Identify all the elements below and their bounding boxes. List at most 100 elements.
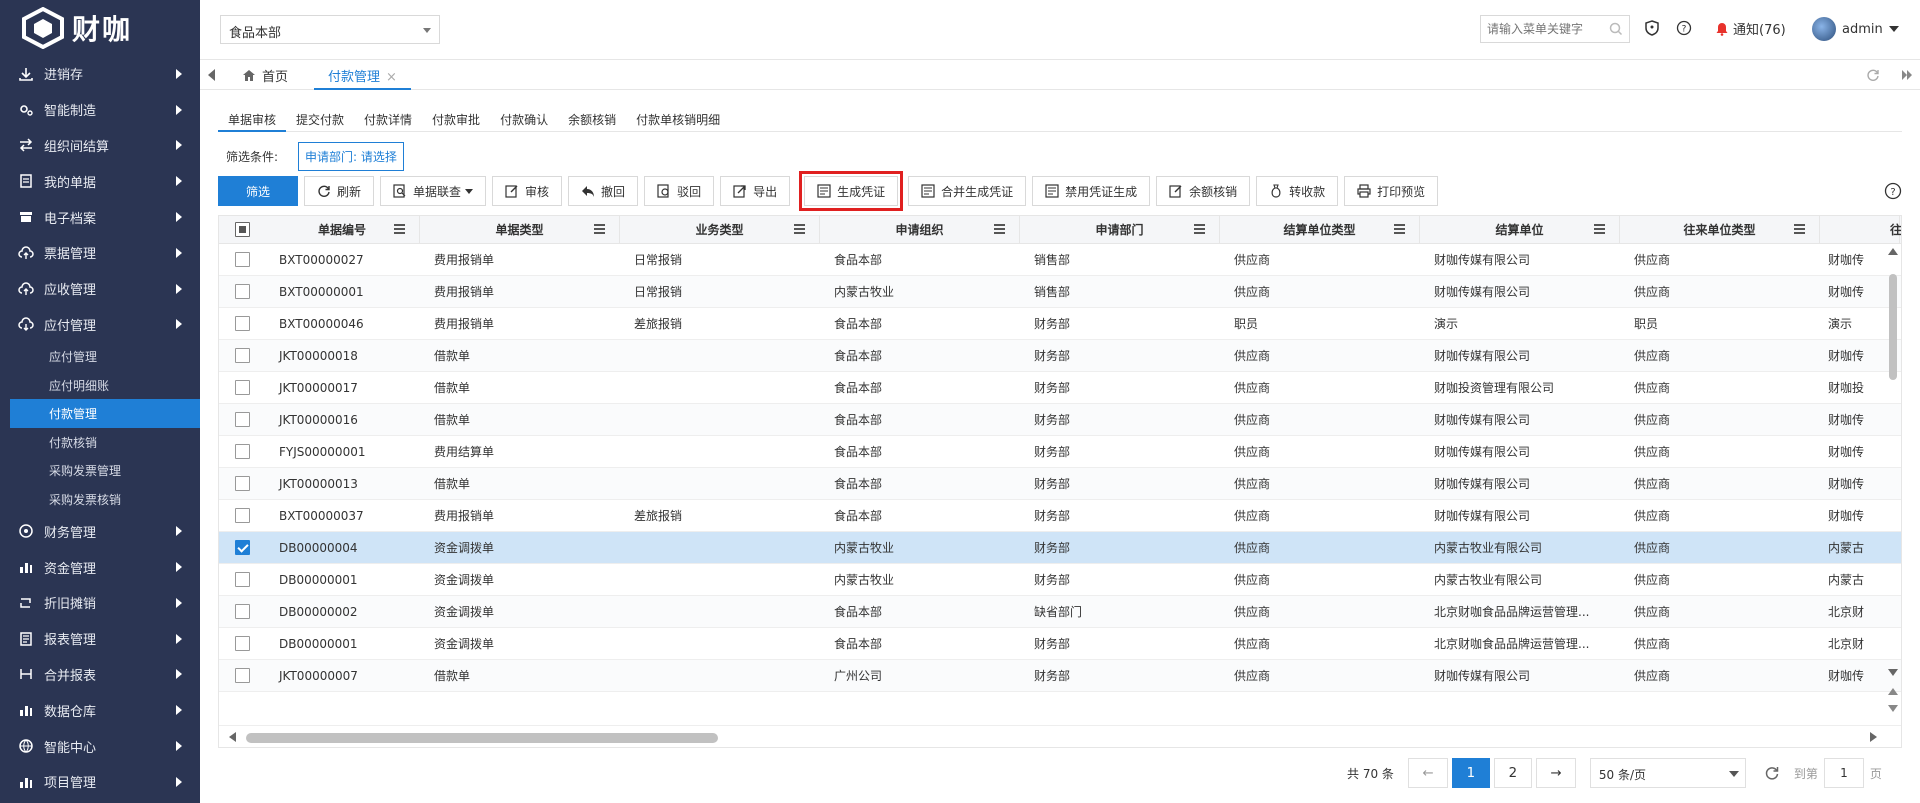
sidebar-subitem-purchase-invoice-writeoff[interactable]: 采购发票核销 (0, 485, 200, 514)
scroll-up-icon[interactable] (1885, 244, 1901, 258)
table-row[interactable]: FYJS00000001 费用结算单 食品本部 财务部 供应商 财咖传媒有限公司 供应商 财咖… (219, 436, 1901, 468)
sidebar-item-my-documents[interactable]: 我的单据 (0, 163, 200, 199)
column-menu-icon[interactable] (1394, 224, 1405, 234)
column-menu-icon[interactable] (1594, 224, 1605, 234)
subtab-payment-confirm[interactable]: 付款确认 (490, 104, 558, 132)
sidebar-item-e-archive[interactable]: 电子档案 (0, 199, 200, 235)
table-row[interactable]: JKT00000017 借款单 食品本部 财务部 供应商 财咖投资管理有限公司 供应商 财咖投 (219, 372, 1901, 404)
col-settle-unit-type[interactable]: 结算单位类型 (1220, 216, 1420, 243)
page-size-select[interactable]: 50 条/页 (1589, 758, 1746, 788)
search-icon[interactable] (1609, 22, 1623, 36)
tab-payment-management[interactable]: 付款管理 × (314, 60, 411, 90)
row-checkbox[interactable] (234, 348, 250, 363)
col-partner[interactable]: 往 (1820, 216, 1901, 243)
table-row[interactable]: JKT00000007 借款单 广州公司 财务部 供应商 财咖传媒有限公司 供应商 财咖传 (219, 660, 1901, 692)
tab-scroll-left-icon[interactable] (208, 69, 215, 81)
org-select[interactable]: 食品本部 (220, 15, 440, 44)
notification[interactable]: 通知(76) (1715, 19, 1786, 38)
scroll-up-icon[interactable] (1885, 684, 1901, 698)
column-menu-icon[interactable] (594, 224, 605, 234)
table-row[interactable]: DB00000004 资金调拨单 内蒙古牧业 财务部 供应商 内蒙古牧业有限公司 供应商 内蒙… (219, 532, 1901, 564)
vertical-scrollbar[interactable] (1885, 244, 1901, 724)
select-all-checkbox[interactable] (234, 222, 250, 237)
horizontal-scrollbar[interactable] (219, 725, 1901, 747)
subtab-writeoff-detail[interactable]: 付款单核销明细 (626, 104, 730, 132)
logo[interactable]: 财咖 (0, 0, 200, 56)
sidebar-item-reports[interactable]: 报表管理 (0, 621, 200, 657)
generate-voucher-button[interactable]: 生成凭证 (799, 171, 904, 211)
sidebar-item-payables[interactable]: 应付管理 (0, 307, 200, 343)
column-menu-icon[interactable] (394, 224, 405, 234)
table-row[interactable]: JKT00000013 借款单 食品本部 财务部 供应商 财咖传媒有限公司 供应商 财咖传 (219, 468, 1901, 500)
row-checkbox[interactable] (234, 412, 250, 427)
row-checkbox[interactable] (234, 284, 250, 299)
row-checkbox[interactable] (234, 668, 250, 683)
sidebar-item-finance[interactable]: 财务管理 (0, 513, 200, 549)
sidebar-subitem-payment-writeoff[interactable]: 付款核销 (0, 428, 200, 457)
sidebar-item-bills[interactable]: 票据管理 (0, 235, 200, 271)
goto-page-input[interactable]: 1 (1823, 758, 1864, 788)
transfer-receipt-button[interactable]: 转收款 (1256, 176, 1339, 206)
subtab-submit-payment[interactable]: 提交付款 (286, 104, 354, 132)
row-checkbox[interactable] (234, 508, 250, 523)
subtab-balance-writeoff[interactable]: 余额核销 (558, 104, 626, 132)
sidebar-item-smart-center[interactable]: 智能中心 (0, 728, 200, 764)
user-menu[interactable]: admin (1812, 17, 1899, 41)
shield-icon[interactable] (1644, 20, 1660, 36)
scroll-right-icon[interactable] (1867, 729, 1881, 745)
refresh-icon[interactable] (1866, 68, 1880, 82)
horizontal-scroll-thumb[interactable] (246, 733, 718, 743)
prev-page-button[interactable]: ← (1407, 758, 1448, 788)
column-menu-icon[interactable] (1194, 224, 1205, 234)
table-row[interactable]: BXT00000001 费用报销单 日常报销 内蒙古牧业 销售部 供应商 财咖传媒有限公司 供… (219, 276, 1901, 308)
sidebar-subitem-payables-ledger[interactable]: 应付明细账 (0, 371, 200, 400)
close-icon[interactable]: × (386, 70, 397, 85)
next-page-button[interactable]: → (1535, 758, 1576, 788)
row-checkbox[interactable] (234, 572, 250, 587)
withdraw-button[interactable]: 撤回 (568, 176, 639, 206)
row-checkbox[interactable] (234, 444, 250, 459)
table-row[interactable]: BXT00000046 费用报销单 差旅报销 食品本部 财务部 职员 演示 职员 演示 (219, 308, 1901, 340)
reject-button[interactable]: 驳回 (644, 176, 715, 206)
help-circle-icon[interactable]: ? (1884, 182, 1902, 200)
sidebar-subitem-purchase-invoice[interactable]: 采购发票管理 (0, 456, 200, 485)
sidebar-subitem-payables[interactable]: 应付管理 (0, 342, 200, 371)
column-menu-icon[interactable] (794, 224, 805, 234)
row-checkbox[interactable] (234, 316, 250, 331)
sidebar-item-settlement[interactable]: 组织间结算 (0, 128, 200, 164)
table-row[interactable]: JKT00000018 借款单 食品本部 财务部 供应商 财咖传媒有限公司 供应商 财咖传 (219, 340, 1901, 372)
disable-voucher-button[interactable]: 禁用凭证生成 (1032, 176, 1151, 206)
sidebar-item-manufacture[interactable]: 智能制造 (0, 92, 200, 128)
page-1-button[interactable]: 1 (1451, 758, 1490, 788)
tab-scroll-right-icon[interactable] (1900, 68, 1914, 82)
filter-button[interactable]: 筛选 (218, 176, 298, 206)
help-icon[interactable]: ? (1676, 20, 1692, 36)
column-menu-icon[interactable] (1794, 224, 1805, 234)
table-row[interactable]: JKT00000016 借款单 食品本部 财务部 供应商 财咖传媒有限公司 供应商 财咖传 (219, 404, 1901, 436)
subtab-payment-approval[interactable]: 付款审批 (422, 104, 490, 132)
table-row[interactable]: DB00000001 资金调拨单 内蒙古牧业 财务部 供应商 内蒙古牧业有限公司 供应商 内蒙… (219, 564, 1901, 596)
linked-query-button[interactable]: 单据联查 (380, 176, 487, 206)
page-2-button[interactable]: 2 (1493, 758, 1532, 788)
vertical-scroll-thumb[interactable] (1889, 274, 1897, 380)
row-checkbox[interactable] (234, 380, 250, 395)
print-preview-button[interactable]: 打印预览 (1344, 176, 1439, 206)
audit-button[interactable]: 审核 (492, 176, 563, 206)
table-row[interactable]: DB00000002 资金调拨单 食品本部 缺省部门 供应商 北京财咖食品品牌运营管理..… (219, 596, 1901, 628)
col-business-type[interactable]: 业务类型 (620, 216, 820, 243)
sidebar-item-data-warehouse[interactable]: 数据仓库 (0, 692, 200, 728)
subtab-document-audit[interactable]: 单据审核 (218, 104, 287, 132)
col-apply-org[interactable]: 申请组织 (820, 216, 1020, 243)
row-checkbox[interactable] (234, 476, 250, 491)
col-partner-type[interactable]: 往来单位类型 (1620, 216, 1820, 243)
sidebar-item-receivables[interactable]: 应收管理 (0, 271, 200, 307)
row-checkbox[interactable] (234, 252, 250, 267)
sidebar-item-funds[interactable]: 资金管理 (0, 549, 200, 585)
sidebar-subitem-payment-management[interactable]: 付款管理 (10, 399, 200, 428)
refresh-icon[interactable] (1764, 765, 1780, 781)
column-menu-icon[interactable] (994, 224, 1005, 234)
row-checkbox[interactable] (234, 636, 250, 651)
table-row[interactable]: DB00000001 资金调拨单 食品本部 财务部 供应商 北京财咖食品品牌运营管理...… (219, 628, 1901, 660)
col-doc-no[interactable]: 单据编号 (265, 216, 420, 243)
refresh-button[interactable]: 刷新 (304, 176, 375, 206)
